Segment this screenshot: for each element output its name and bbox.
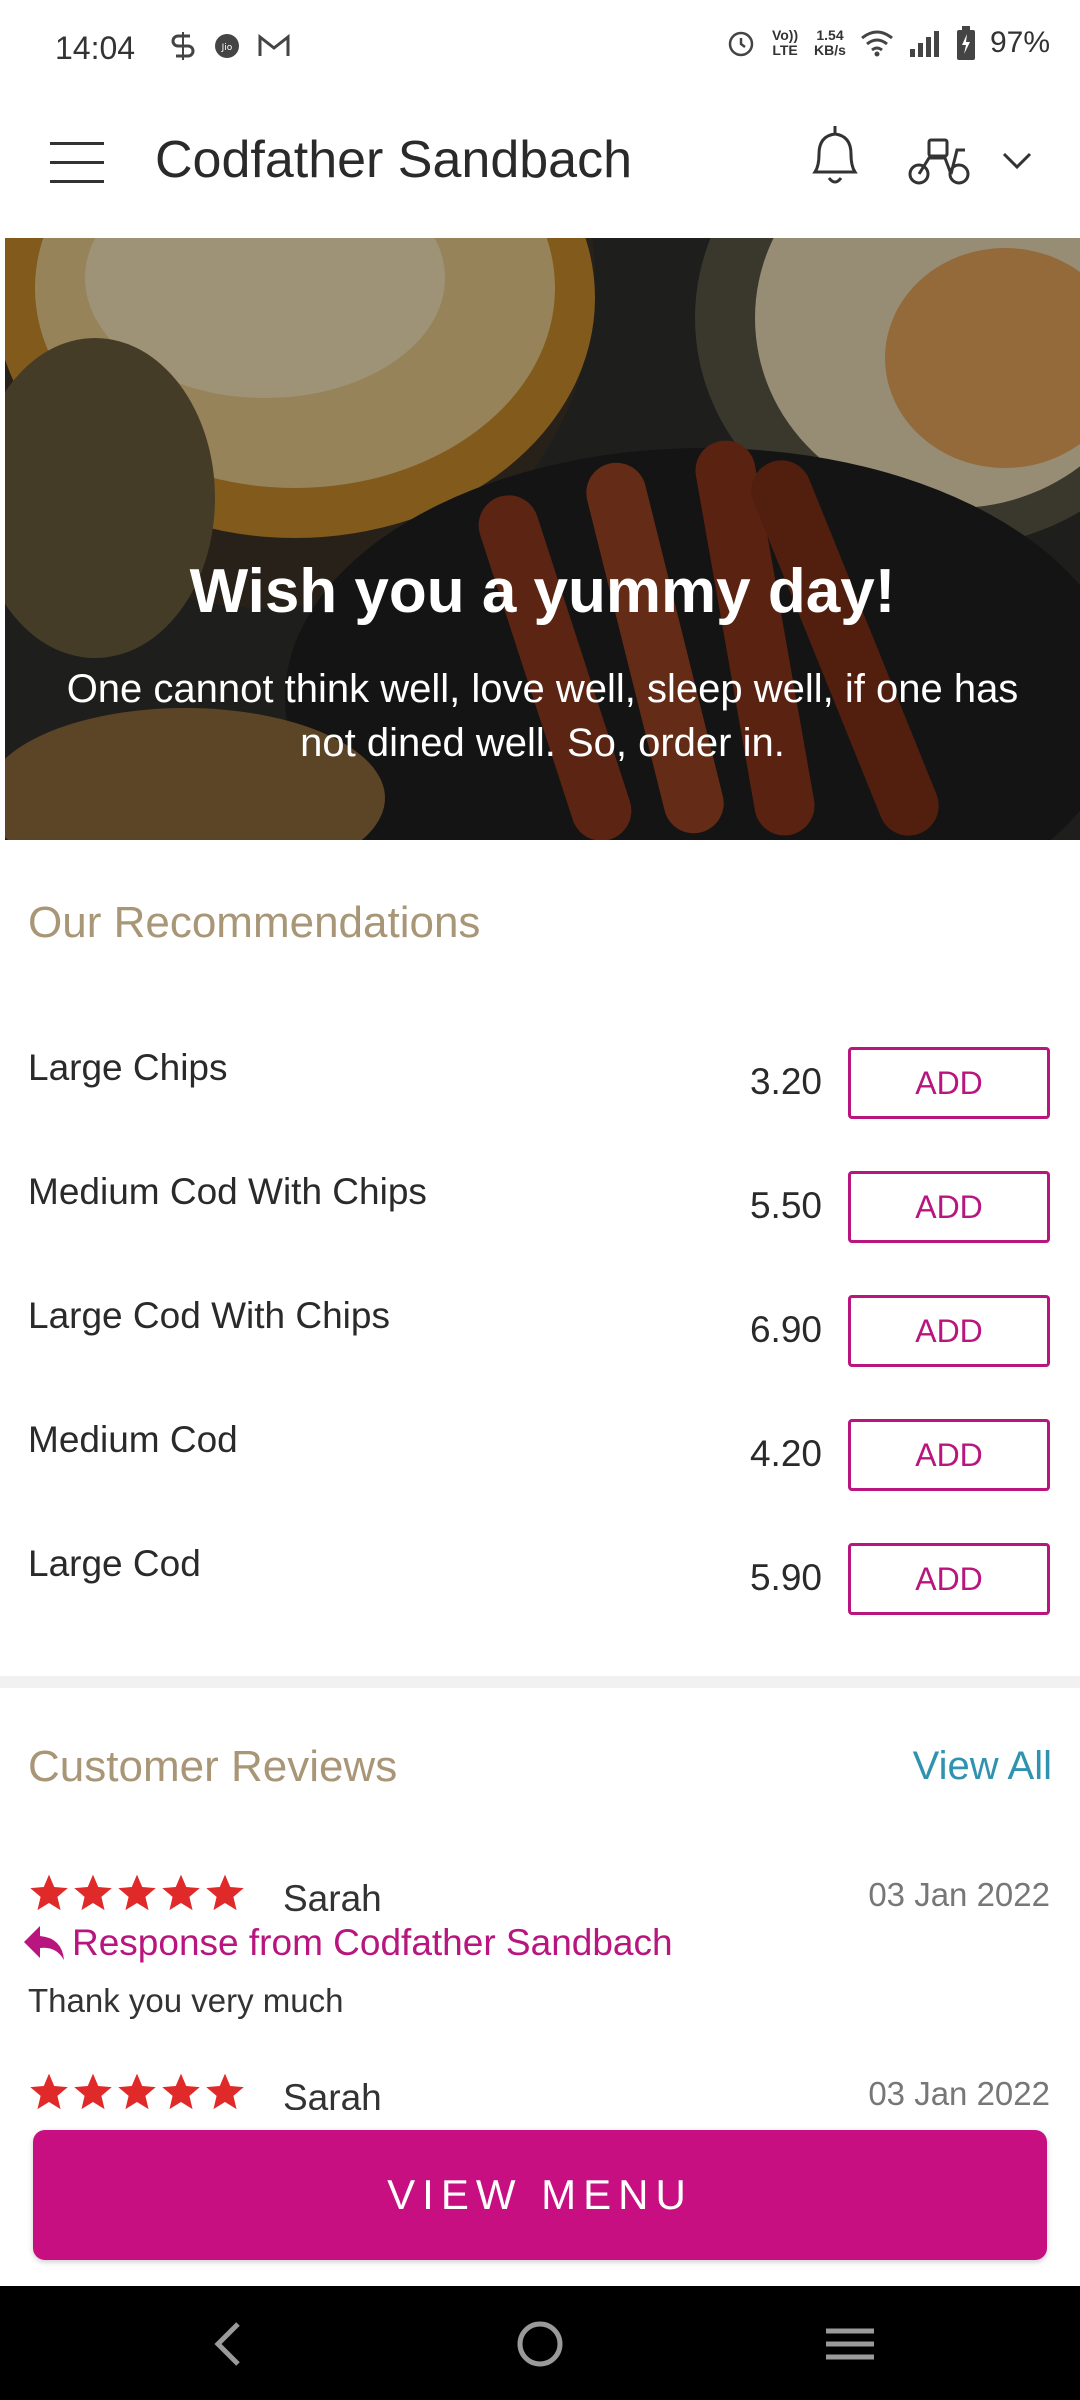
star-icon	[206, 2073, 244, 2110]
star-icon	[30, 2073, 68, 2110]
notification-bell-icon[interactable]	[805, 120, 865, 192]
reply-arrow-icon	[24, 1926, 64, 1960]
star-icon	[162, 2073, 200, 2110]
wifi-icon	[861, 30, 893, 57]
add-button[interactable]: ADD	[848, 1171, 1050, 1243]
svg-text:Jio: Jio	[221, 43, 233, 53]
add-button[interactable]: ADD	[848, 1295, 1050, 1367]
add-button[interactable]: ADD	[848, 1047, 1050, 1119]
view-all-reviews-link[interactable]: View All	[913, 1744, 1052, 1789]
recommendation-item: Large Cod 5.90 ADD	[0, 1543, 1080, 1623]
recommendation-item: Medium Cod 4.20 ADD	[0, 1419, 1080, 1499]
item-price: 4.20	[749, 1433, 822, 1474]
reviewer-name: Sarah	[283, 1878, 382, 1919]
app-bar: Codfather Sandbach	[0, 100, 1080, 238]
star-icon	[118, 2073, 156, 2110]
star-icon	[162, 1874, 200, 1911]
item-name: Medium Cod	[28, 1419, 238, 1460]
battery-percentage: 97%	[989, 26, 1050, 59]
network-speed-unit: KB/s	[814, 42, 846, 58]
reviews-title: Customer Reviews	[28, 1742, 398, 1791]
hero-banner: Wish you a yummy day! One cannot think w…	[5, 238, 1080, 840]
section-divider	[0, 1676, 1080, 1688]
hamburger-menu-icon[interactable]	[50, 142, 104, 184]
view-menu-button[interactable]: VIEW MENU	[33, 2130, 1047, 2260]
delivery-scooter-icon[interactable]	[905, 130, 975, 190]
status-bar: 14:04 Jio Vo)) LTE 1.54 KB/s 97%	[0, 0, 1080, 100]
chevron-down-icon[interactable]	[1000, 148, 1034, 172]
reviewer-name: Sarah	[283, 2077, 382, 2111]
review-date: 03 Jan 2022	[868, 1876, 1050, 1913]
item-name: Large Cod	[28, 1543, 201, 1584]
s-app-icon	[171, 32, 195, 60]
owner-response: Response from Codfather Sandbach	[22, 1922, 673, 1964]
item-name: Medium Cod With Chips	[28, 1171, 427, 1212]
jio-icon: Jio	[215, 34, 239, 58]
star-rating	[28, 1872, 246, 1914]
star-rating	[28, 2071, 246, 2111]
star-icon	[206, 1874, 244, 1911]
back-icon[interactable]	[200, 2314, 260, 2374]
item-price: 5.50	[749, 1185, 822, 1226]
item-price: 3.20	[749, 1061, 822, 1102]
battery-icon	[956, 26, 975, 60]
recommendation-item: Medium Cod With Chips 5.50 ADD	[0, 1171, 1080, 1251]
signal-icon	[909, 31, 939, 57]
review-date: 03 Jan 2022	[868, 2075, 1050, 2111]
network-speed-value: 1.54	[816, 27, 844, 43]
network-speed: 1.54 KB/s	[814, 28, 846, 58]
status-time: 14:04	[55, 30, 136, 66]
review-item: Sarah 03 Jan 2022	[0, 2071, 1080, 2111]
home-icon[interactable]	[510, 2314, 570, 2374]
recommendation-item: Large Chips 3.20 ADD	[0, 1047, 1080, 1127]
alarm-icon	[728, 31, 754, 57]
item-price: 6.90	[749, 1309, 822, 1350]
add-button[interactable]: ADD	[848, 1419, 1050, 1491]
star-icon	[74, 1874, 112, 1911]
item-name: Large Cod With Chips	[28, 1295, 390, 1336]
add-button[interactable]: ADD	[848, 1543, 1050, 1615]
view-menu-bar: VIEW MENU	[0, 2110, 1080, 2286]
response-text: Thank you very much	[28, 1982, 344, 2019]
system-navigation-bar	[0, 2286, 1080, 2400]
status-system-icons: Vo)) LTE 1.54 KB/s 97%	[726, 26, 1050, 60]
status-notification-icons: Jio	[170, 30, 290, 62]
recent-apps-icon[interactable]	[820, 2314, 880, 2374]
hero-subtext: One cannot think well, love well, sleep …	[66, 667, 1019, 765]
review-item: Sarah 03 Jan 2022 Response from Codfathe…	[0, 1872, 1080, 2032]
star-icon	[118, 1874, 156, 1911]
item-name: Large Chips	[28, 1047, 228, 1088]
restaurant-title: Codfather Sandbach	[155, 131, 633, 189]
recommendations-title: Our Recommendations	[28, 898, 481, 947]
star-icon	[30, 1874, 68, 1911]
recommendation-item: Large Cod With Chips 6.90 ADD	[0, 1295, 1080, 1375]
star-icon	[74, 2073, 112, 2110]
gmail-icon	[258, 34, 290, 56]
item-price: 5.90	[749, 1557, 822, 1598]
hero-heading: Wish you a yummy day!	[189, 557, 896, 626]
volte-indicator: Vo)) LTE	[771, 27, 799, 58]
response-label: Response from Codfather Sandbach	[72, 1922, 673, 1963]
